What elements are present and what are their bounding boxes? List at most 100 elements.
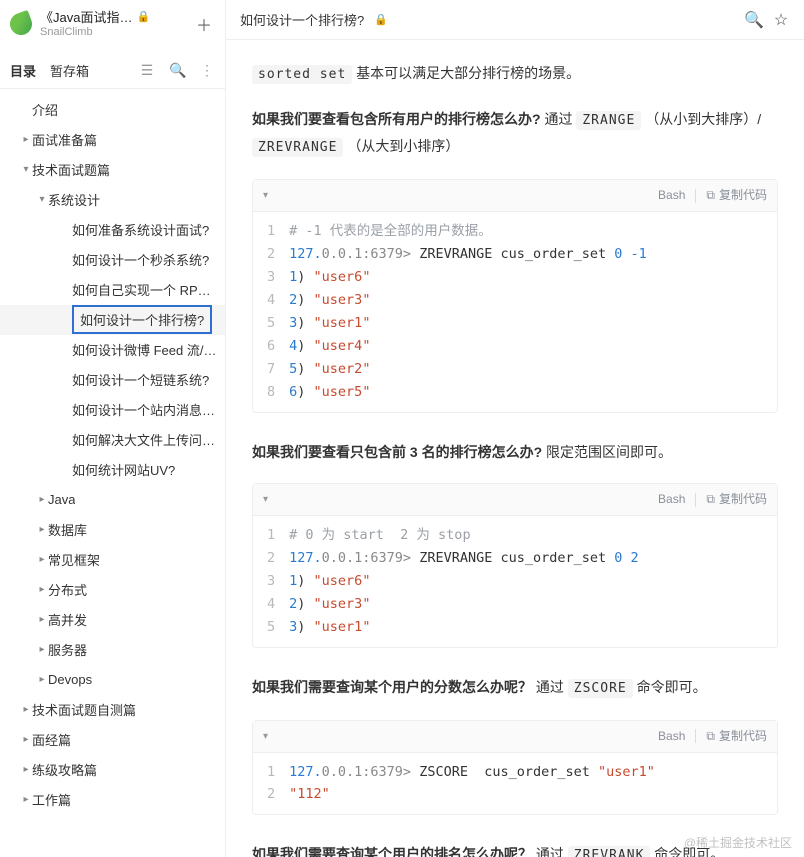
toc-item-label: 技术面试题自测篇 bbox=[32, 700, 136, 719]
toc-item[interactable]: ▸高并发 bbox=[0, 605, 225, 635]
toc-item[interactable]: ▸数据库 bbox=[0, 515, 225, 545]
copy-button[interactable]: ⧉ 复制代码 bbox=[706, 184, 767, 207]
toc-item[interactable]: ▾系统设计 bbox=[0, 185, 225, 215]
toc-item[interactable]: ▸常见框架 bbox=[0, 545, 225, 575]
caret-icon[interactable]: ▸ bbox=[36, 524, 48, 535]
toc-item-label: 分布式 bbox=[48, 580, 87, 599]
toc-tree: 介绍▸面试准备篇▾技术面试题篇▾系统设计如何准备系统设计面试?如何设计一个秒杀系… bbox=[0, 89, 225, 857]
toc-item-label: 面经篇 bbox=[32, 730, 71, 749]
toc-item-label: 如何解决大文件上传问… bbox=[72, 430, 215, 449]
copy-icon: ⧉ bbox=[706, 488, 715, 511]
toc-item[interactable]: ▸面试准备篇 bbox=[0, 125, 225, 155]
toc-item-label: 高并发 bbox=[48, 610, 87, 629]
toc-item[interactable]: ▸练级攻略篇 bbox=[0, 755, 225, 785]
list-icon[interactable]: ☰ bbox=[139, 62, 155, 79]
page-title: 如何设计一个排行榜? bbox=[240, 10, 364, 29]
code-block: ▾ Bash ⧉ 复制代码 12127.0.0.1:6379> ZSCORE c… bbox=[252, 720, 778, 816]
tab-toc[interactable]: 目录 bbox=[10, 61, 36, 80]
paragraph: 如果我们要查看包含所有用户的排行榜怎么办? 通过 ZRANGE （从小到大排序）… bbox=[252, 106, 778, 161]
chevron-down-icon[interactable]: ▾ bbox=[263, 727, 268, 746]
book-subtitle: SnailClimb bbox=[40, 26, 185, 39]
code-toolbar: ▾ Bash ⧉ 复制代码 bbox=[253, 721, 777, 753]
toc-item[interactable]: 如何设计一个秒杀系统? bbox=[0, 245, 225, 275]
toc-item[interactable]: 如何统计网站UV? bbox=[0, 455, 225, 485]
toc-item-label: 如何统计网站UV? bbox=[72, 460, 175, 479]
main: 如何设计一个排行榜? 🔒 🔍 ☆ sorted set 基本可以满足大部分排行榜… bbox=[226, 0, 804, 857]
more-icon[interactable]: ⋮ bbox=[199, 62, 215, 79]
search-icon[interactable]: 🔍 bbox=[744, 10, 762, 30]
toc-item-label: 常见框架 bbox=[48, 550, 100, 569]
toc-item[interactable]: ▸服务器 bbox=[0, 635, 225, 665]
toc-item[interactable]: 如何准备系统设计面试? bbox=[0, 215, 225, 245]
toc-item-label: 服务器 bbox=[48, 640, 87, 659]
toc-item[interactable]: 介绍 bbox=[0, 95, 225, 125]
toc-item[interactable]: ▸分布式 bbox=[0, 575, 225, 605]
toc-item[interactable]: 如何自己实现一个 RPC … bbox=[0, 275, 225, 305]
chevron-down-icon[interactable]: ▾ bbox=[263, 490, 268, 509]
inline-code: ZRANGE bbox=[576, 111, 641, 130]
caret-icon[interactable]: ▸ bbox=[20, 734, 32, 745]
caret-icon[interactable]: ▸ bbox=[20, 134, 32, 145]
lock-icon: 🔒 bbox=[136, 11, 150, 24]
book-logo bbox=[7, 10, 35, 38]
sidebar-toolbar: 目录 暂存箱 ☰ 🔍 ⋮ bbox=[0, 51, 225, 89]
code-toolbar: ▾ Bash ⧉ 复制代码 bbox=[253, 484, 777, 516]
book-title-wrap[interactable]: 《Java面试指… 🔒 SnailClimb bbox=[40, 10, 185, 39]
toc-item[interactable]: ▸面经篇 bbox=[0, 725, 225, 755]
copy-button[interactable]: ⧉ 复制代码 bbox=[706, 725, 767, 748]
toc-item-label: 面试准备篇 bbox=[32, 130, 97, 149]
toc-item[interactable]: 如何设计一个短链系统? bbox=[0, 365, 225, 395]
search-icon[interactable]: 🔍 bbox=[169, 62, 185, 79]
main-header: 如何设计一个排行榜? 🔒 🔍 ☆ bbox=[226, 0, 804, 40]
caret-icon[interactable]: ▸ bbox=[36, 584, 48, 595]
toc-item-label: 如何自己实现一个 RPC … bbox=[72, 280, 217, 299]
toc-item-label: 如何准备系统设计面试? bbox=[72, 220, 209, 239]
inline-code: ZREVRANGE bbox=[252, 138, 343, 157]
toc-item[interactable]: 如何解决大文件上传问… bbox=[0, 425, 225, 455]
toc-item[interactable]: ▸技术面试题自测篇 bbox=[0, 695, 225, 725]
caret-icon[interactable]: ▸ bbox=[36, 554, 48, 565]
toc-item[interactable]: 如何设计一个站内消息… bbox=[0, 395, 225, 425]
toc-item[interactable]: ▸Java bbox=[0, 485, 225, 515]
toc-item-label: Java bbox=[48, 492, 75, 507]
caret-icon[interactable]: ▸ bbox=[36, 614, 48, 625]
paragraph: 如果我们需要查询某个用户的分数怎么办呢？ 通过 ZSCORE 命令即可。 bbox=[252, 674, 778, 702]
code-block: ▾ Bash ⧉ 复制代码 12345678# -1 代表的是全部的用户数据。1… bbox=[252, 179, 778, 413]
content: sorted set 基本可以满足大部分排行榜的场景。 如果我们要查看包含所有用… bbox=[226, 40, 804, 857]
toc-item[interactable]: ▸Devops bbox=[0, 665, 225, 695]
toc-item-label: 如何设计一个排行榜? bbox=[72, 305, 212, 334]
tab-draft[interactable]: 暂存箱 bbox=[50, 61, 89, 80]
copy-button[interactable]: ⧉ 复制代码 bbox=[706, 488, 767, 511]
book-title: 《Java面试指… bbox=[40, 10, 132, 26]
code-lang: Bash bbox=[658, 184, 685, 207]
toc-item-label: 如何设计一个短链系统? bbox=[72, 370, 209, 389]
caret-icon[interactable]: ▸ bbox=[36, 644, 48, 655]
toc-item-label: 系统设计 bbox=[48, 190, 100, 209]
toc-item-label: 如何设计一个秒杀系统? bbox=[72, 250, 209, 269]
caret-icon[interactable]: ▸ bbox=[20, 764, 32, 775]
caret-icon[interactable]: ▾ bbox=[20, 164, 32, 175]
caret-icon[interactable]: ▸ bbox=[20, 794, 32, 805]
inline-code: sorted set bbox=[252, 65, 352, 84]
caret-icon[interactable]: ▸ bbox=[20, 704, 32, 715]
toc-item[interactable]: 如何设计一个排行榜? bbox=[0, 305, 225, 335]
paragraph: 如果我们要查看只包含前 3 名的排行榜怎么办? 限定范围区间即可。 bbox=[252, 439, 778, 466]
toc-item-label: 练级攻略篇 bbox=[32, 760, 97, 779]
add-button[interactable]: ＋ bbox=[193, 13, 215, 35]
toc-item-label: 如何设计一个站内消息… bbox=[72, 400, 215, 419]
toc-item-label: 工作篇 bbox=[32, 790, 71, 809]
star-icon[interactable]: ☆ bbox=[772, 10, 790, 30]
toc-item-label: Devops bbox=[48, 672, 92, 687]
caret-icon[interactable]: ▸ bbox=[36, 494, 48, 505]
caret-icon[interactable]: ▾ bbox=[36, 194, 48, 205]
toc-item-label: 数据库 bbox=[48, 520, 87, 539]
paragraph: sorted set 基本可以满足大部分排行榜的场景。 bbox=[252, 60, 778, 88]
caret-icon[interactable]: ▸ bbox=[36, 674, 48, 685]
toc-item[interactable]: 如何设计微博 Feed 流/… bbox=[0, 335, 225, 365]
sidebar: 《Java面试指… 🔒 SnailClimb ＋ 目录 暂存箱 ☰ 🔍 ⋮ 介绍… bbox=[0, 0, 226, 857]
chevron-down-icon[interactable]: ▾ bbox=[263, 186, 268, 205]
lock-icon: 🔒 bbox=[374, 13, 388, 26]
toc-item[interactable]: ▸工作篇 bbox=[0, 785, 225, 815]
toc-item[interactable]: ▾技术面试题篇 bbox=[0, 155, 225, 185]
code-toolbar: ▾ Bash ⧉ 复制代码 bbox=[253, 180, 777, 212]
